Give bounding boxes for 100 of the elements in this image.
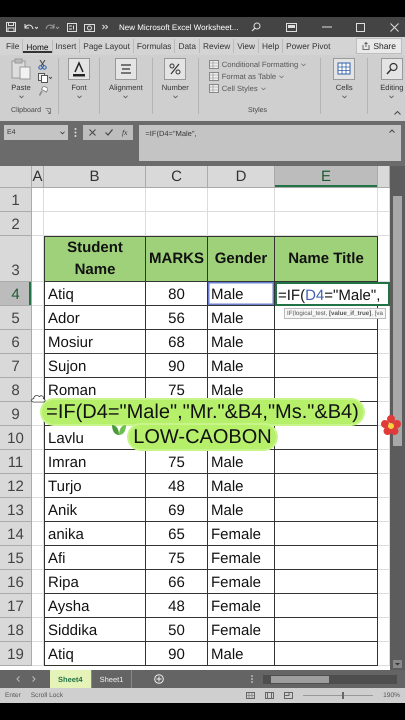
empty-cell (32, 474, 44, 498)
checkmark-icon[interactable] (105, 129, 113, 136)
row-header[interactable]: 3 (0, 236, 32, 282)
row-header[interactable]: 2 (0, 212, 32, 236)
add-sheet-icon[interactable] (154, 674, 164, 684)
cancel-icon[interactable] (89, 129, 96, 136)
table-cell: 66 (146, 570, 208, 594)
empty-cell (32, 426, 44, 450)
empty-cell (32, 522, 44, 546)
normal-view-icon[interactable] (246, 692, 256, 699)
ribbon-tab[interactable]: Power Pivot (283, 39, 334, 53)
column-heading-cell: Name Title (275, 236, 378, 282)
ribbon-tab[interactable]: Insert (52, 39, 80, 53)
ribbon-tab[interactable]: Data (175, 39, 200, 53)
table-cell: anika (44, 522, 146, 546)
empty-cell (32, 546, 44, 570)
row-header[interactable]: 1 (0, 188, 32, 212)
table-cell: Male (208, 330, 275, 354)
row-header[interactable]: 7 (0, 354, 32, 378)
ribbon-tab[interactable]: Formulas (134, 39, 176, 53)
clipboard-icon (10, 58, 32, 80)
search-icon[interactable] (251, 22, 262, 32)
format-painter-icon[interactable] (38, 86, 48, 96)
table-cell: Atiq (44, 282, 146, 306)
table-cell: Female (208, 522, 275, 546)
row-header[interactable]: 4 (0, 282, 32, 306)
close-icon[interactable] (390, 22, 400, 32)
empty-cell (32, 306, 44, 330)
horizontal-scrollbar[interactable] (263, 674, 397, 684)
leaf-icon (111, 422, 127, 436)
percent-icon (164, 58, 186, 80)
cut-icon[interactable] (38, 60, 47, 70)
row-header[interactable]: 19 (0, 642, 32, 666)
column-header[interactable]: E (275, 166, 378, 188)
row-header[interactable]: 14 (0, 522, 32, 546)
row-header[interactable]: 5 (0, 306, 32, 330)
dialog-launcher-icon[interactable] (44, 108, 51, 114)
previous-sheet-icon[interactable] (16, 676, 20, 682)
next-sheet-icon[interactable] (32, 676, 36, 682)
scroll-down-icon[interactable] (393, 660, 402, 668)
ribbon-tab[interactable]: Home (23, 40, 53, 52)
share-button[interactable]: Share (356, 38, 402, 54)
table-style-icon (208, 72, 219, 81)
flower-icon (381, 415, 401, 435)
column-header[interactable]: D (208, 166, 275, 188)
table-cell: Male (208, 474, 275, 498)
table-cell: 50 (146, 618, 208, 642)
caret-icon (301, 62, 306, 66)
empty-cell (32, 212, 44, 236)
camera-icon[interactable] (84, 22, 95, 32)
maximize-icon[interactable] (356, 22, 366, 32)
window-title: New Microsoft Excel Worksheet... (119, 22, 238, 32)
column-header[interactable]: B (44, 166, 146, 188)
row-header[interactable]: 16 (0, 570, 32, 594)
row-header[interactable]: 13 (0, 498, 32, 522)
table-cell: Male (208, 642, 275, 666)
column-heading-cell: Student Name (44, 236, 146, 282)
redo-icon[interactable] (45, 22, 60, 32)
page-layout-view-icon[interactable] (265, 692, 274, 699)
column-header[interactable]: C (146, 166, 208, 188)
search-icon (380, 58, 403, 80)
row-header[interactable]: 8 (0, 378, 32, 402)
zoom-slider-thumb[interactable] (342, 692, 344, 699)
table-cell: 48 (146, 474, 208, 498)
row-header[interactable]: 10 (0, 426, 32, 450)
more-options-icon[interactable] (74, 125, 77, 140)
form-icon[interactable] (67, 22, 77, 32)
row-header[interactable]: 17 (0, 594, 32, 618)
table-cell: Siddika (44, 618, 146, 642)
empty-cell (32, 594, 44, 618)
empty-cell (32, 570, 44, 594)
ribbon-tab[interactable]: Help (259, 39, 284, 53)
collapse-ribbon-icon[interactable] (394, 111, 401, 115)
caret-icon (279, 74, 284, 78)
page-break-view-icon[interactable] (284, 692, 294, 699)
row-header[interactable]: 12 (0, 474, 32, 498)
table-cell: Female (208, 618, 275, 642)
active-cell[interactable]: =IF(D4="Male", (275, 282, 390, 306)
minimize-icon[interactable] (322, 26, 332, 28)
table-cell: 90 (146, 354, 208, 378)
more-icon[interactable] (102, 24, 108, 30)
row-header[interactable]: 15 (0, 546, 32, 570)
ribbon-display-icon[interactable] (286, 22, 298, 32)
row-header[interactable]: 11 (0, 450, 32, 474)
ribbon-tab[interactable]: Review (200, 39, 234, 53)
column-header[interactable]: A (32, 166, 44, 188)
ribbon-tab[interactable]: Page Layout (80, 39, 134, 53)
row-header[interactable]: 6 (0, 330, 32, 354)
undo-icon[interactable] (23, 22, 38, 32)
ribbon-tab[interactable]: File (3, 39, 24, 53)
row-header[interactable]: 9 (0, 402, 32, 426)
save-icon[interactable] (6, 22, 16, 32)
copy-icon[interactable] (38, 73, 52, 83)
ribbon-tab[interactable]: View (234, 39, 260, 53)
table-cell: 75 (146, 546, 208, 570)
collapse-icon[interactable] (389, 129, 395, 133)
vertical-scrollbar[interactable] (390, 166, 405, 670)
row-header[interactable]: 18 (0, 618, 32, 642)
table-cell: Male (208, 306, 275, 330)
table-cell: Mosiur (44, 330, 146, 354)
